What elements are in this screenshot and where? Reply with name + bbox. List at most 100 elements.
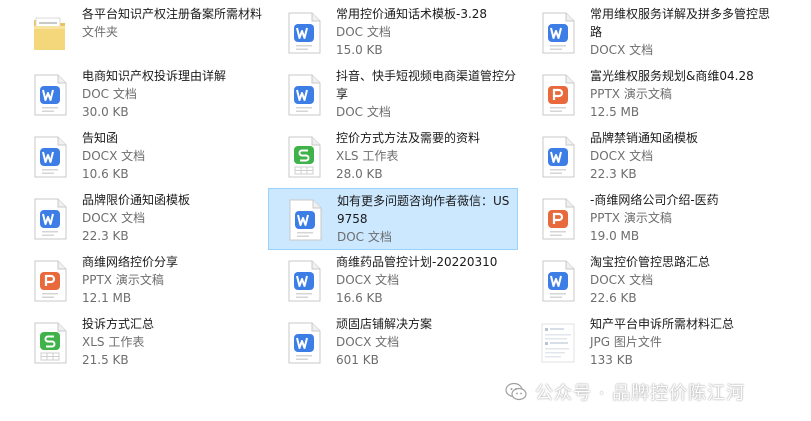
file-name: 抖音、快手短视频电商渠道管控分享 xyxy=(336,69,517,101)
file-info: 控价方式方法及需要的资料 XLS 工作表 28.0 KB xyxy=(336,129,516,183)
file-type: PPTX 演示文稿 xyxy=(590,211,672,225)
file-info: 知产平台申诉所需材料汇总 JPG 图片文件 133 KB xyxy=(590,315,770,369)
file-info: 常用维权服务详解及拼多多管控思路 DOCX 文档 xyxy=(590,5,770,59)
file-size: 22.3 KB xyxy=(590,167,637,181)
word-doc-icon xyxy=(32,74,68,116)
ppt-icon xyxy=(32,260,68,302)
file-name: 商维药品管控计划-20220310 xyxy=(336,255,498,269)
file-name: 顽固店铺解决方案 xyxy=(336,317,433,331)
file-size: 15.0 KB xyxy=(336,43,383,57)
file-name: 品牌限价通知函模板 xyxy=(82,193,191,207)
file-size: 601 KB xyxy=(336,353,379,367)
file-info: -商维网络公司介绍-医药 PPTX 演示文稿 19.0 MB xyxy=(590,191,770,245)
file-type: DOC 文档 xyxy=(336,25,391,39)
file-size: 16.6 KB xyxy=(336,291,383,305)
word-doc-icon xyxy=(32,198,68,240)
file-size: 22.6 KB xyxy=(590,291,637,305)
file-size: 12.1 MB xyxy=(82,291,132,305)
file-item[interactable]: 品牌禁销通知函模板 DOCX 文档 22.3 KB xyxy=(522,126,772,188)
file-type: JPG 图片文件 xyxy=(590,335,662,349)
file-item[interactable]: -商维网络公司介绍-医药 PPTX 演示文稿 19.0 MB xyxy=(522,188,772,250)
file-info: 如有更多问题咨询作者薇信：US9758 DOC 文档 xyxy=(337,192,517,246)
file-info: 淘宝控价管控思路汇总 DOCX 文档 22.6 KB xyxy=(590,253,770,307)
watermark-text: 公众号 · 品牌控价陈江河 xyxy=(535,383,746,404)
file-name: 控价方式方法及需要的资料 xyxy=(336,131,481,145)
file-type: DOCX 文档 xyxy=(590,43,654,57)
ppt-icon xyxy=(540,74,576,116)
file-info: 富光维权服务规划&商维04.28 PPTX 演示文稿 12.5 MB xyxy=(590,67,770,121)
file-size: 28.0 KB xyxy=(336,167,383,181)
file-name: 各平台知识产权注册备案所需材料 xyxy=(82,7,263,21)
file-type: DOC 文档 xyxy=(336,105,391,119)
file-item[interactable]: 商维网络控价分享 PPTX 演示文稿 12.1 MB xyxy=(14,250,264,312)
file-type: PPTX 演示文稿 xyxy=(82,273,164,287)
file-name: 如有更多问题咨询作者薇信：US9758 xyxy=(337,194,510,226)
file-name: 淘宝控价管控思路汇总 xyxy=(590,255,711,269)
file-type: DOCX 文档 xyxy=(82,149,146,163)
file-info: 顽固店铺解决方案 DOCX 文档 601 KB xyxy=(336,315,516,369)
file-item[interactable]: 投诉方式汇总 XLS 工作表 21.5 KB xyxy=(14,312,264,374)
file-item[interactable]: 淘宝控价管控思路汇总 DOCX 文档 22.6 KB xyxy=(522,250,772,312)
file-type: DOC 文档 xyxy=(337,230,392,244)
wechat-icon xyxy=(505,382,527,402)
word-doc-icon xyxy=(286,12,322,54)
file-item[interactable]: 控价方式方法及需要的资料 XLS 工作表 28.0 KB xyxy=(268,126,518,188)
file-size: 22.3 KB xyxy=(82,229,129,243)
file-item[interactable]: 如有更多问题咨询作者薇信：US9758 DOC 文档 xyxy=(268,188,518,250)
file-info: 电商知识产权投诉理由详解 DOC 文档 30.0 KB xyxy=(82,67,262,121)
file-size: 10.6 KB xyxy=(82,167,129,181)
word-doc-icon xyxy=(540,136,576,178)
folder-icon xyxy=(32,12,68,54)
word-doc-icon xyxy=(286,74,322,116)
file-name: 商维网络控价分享 xyxy=(82,255,179,269)
file-item[interactable]: 商维药品管控计划-20220310 DOCX 文档 16.6 KB xyxy=(268,250,518,312)
file-name: 常用维权服务详解及拼多多管控思路 xyxy=(590,7,771,39)
file-name: 常用控价通知话术模板-3.28 xyxy=(336,7,488,21)
watermark: 公众号 · 品牌控价陈江河 xyxy=(505,380,745,404)
file-type: XLS 工作表 xyxy=(82,335,145,349)
file-item[interactable]: 知产平台申诉所需材料汇总 JPG 图片文件 133 KB xyxy=(522,312,772,374)
file-item[interactable]: 常用控价通知话术模板-3.28 DOC 文档 15.0 KB xyxy=(268,2,518,64)
file-type: DOCX 文档 xyxy=(82,211,146,225)
file-info: 品牌限价通知函模板 DOCX 文档 22.3 KB xyxy=(82,191,262,245)
file-type: DOC 文档 xyxy=(82,87,137,101)
file-type: DOCX 文档 xyxy=(590,149,654,163)
ppt-icon xyxy=(540,198,576,240)
file-info: 商维网络控价分享 PPTX 演示文稿 12.1 MB xyxy=(82,253,262,307)
file-item[interactable]: 顽固店铺解决方案 DOCX 文档 601 KB xyxy=(268,312,518,374)
file-item[interactable]: 抖音、快手短视频电商渠道管控分享 DOC 文档 xyxy=(268,64,518,126)
file-name: 告知函 xyxy=(82,131,119,145)
word-doc-icon xyxy=(287,199,323,241)
file-item[interactable]: 各平台知识产权注册备案所需材料 文件夹 xyxy=(14,2,264,64)
file-type: DOCX 文档 xyxy=(336,273,400,287)
file-item[interactable]: 常用维权服务详解及拼多多管控思路 DOCX 文档 xyxy=(522,2,772,64)
file-info: 商维药品管控计划-20220310 DOCX 文档 16.6 KB xyxy=(336,253,516,307)
file-info: 投诉方式汇总 XLS 工作表 21.5 KB xyxy=(82,315,262,369)
file-item[interactable]: 品牌限价通知函模板 DOCX 文档 22.3 KB xyxy=(14,188,264,250)
excel-sheet-icon xyxy=(32,322,68,364)
word-doc-icon xyxy=(540,12,576,54)
file-info: 告知函 DOCX 文档 10.6 KB xyxy=(82,129,262,183)
file-size: 12.5 MB xyxy=(590,105,640,119)
file-size: 133 KB xyxy=(590,353,633,367)
file-item[interactable]: 电商知识产权投诉理由详解 DOC 文档 30.0 KB xyxy=(14,64,264,126)
file-item[interactable]: 告知函 DOCX 文档 10.6 KB xyxy=(14,126,264,188)
file-type: PPTX 演示文稿 xyxy=(590,87,672,101)
file-name: 电商知识产权投诉理由详解 xyxy=(82,69,227,83)
file-item[interactable]: 富光维权服务规划&商维04.28 PPTX 演示文稿 12.5 MB xyxy=(522,64,772,126)
file-type: XLS 工作表 xyxy=(336,149,399,163)
excel-sheet-icon xyxy=(286,136,322,178)
file-name: 知产平台申诉所需材料汇总 xyxy=(590,317,735,331)
file-info: 各平台知识产权注册备案所需材料 文件夹 xyxy=(82,5,262,41)
file-name: -商维网络公司介绍-医药 xyxy=(590,193,719,207)
image-thumbnail-icon xyxy=(540,322,576,364)
file-size: 30.0 KB xyxy=(82,105,129,119)
word-doc-icon xyxy=(32,136,68,178)
file-info: 品牌禁销通知函模板 DOCX 文档 22.3 KB xyxy=(590,129,770,183)
file-size: 19.0 MB xyxy=(590,229,640,243)
word-doc-icon xyxy=(286,322,322,364)
file-type: DOCX 文档 xyxy=(336,335,400,349)
file-size: 21.5 KB xyxy=(82,353,129,367)
file-name: 富光维权服务规划&商维04.28 xyxy=(590,69,754,83)
file-name: 投诉方式汇总 xyxy=(82,317,155,331)
